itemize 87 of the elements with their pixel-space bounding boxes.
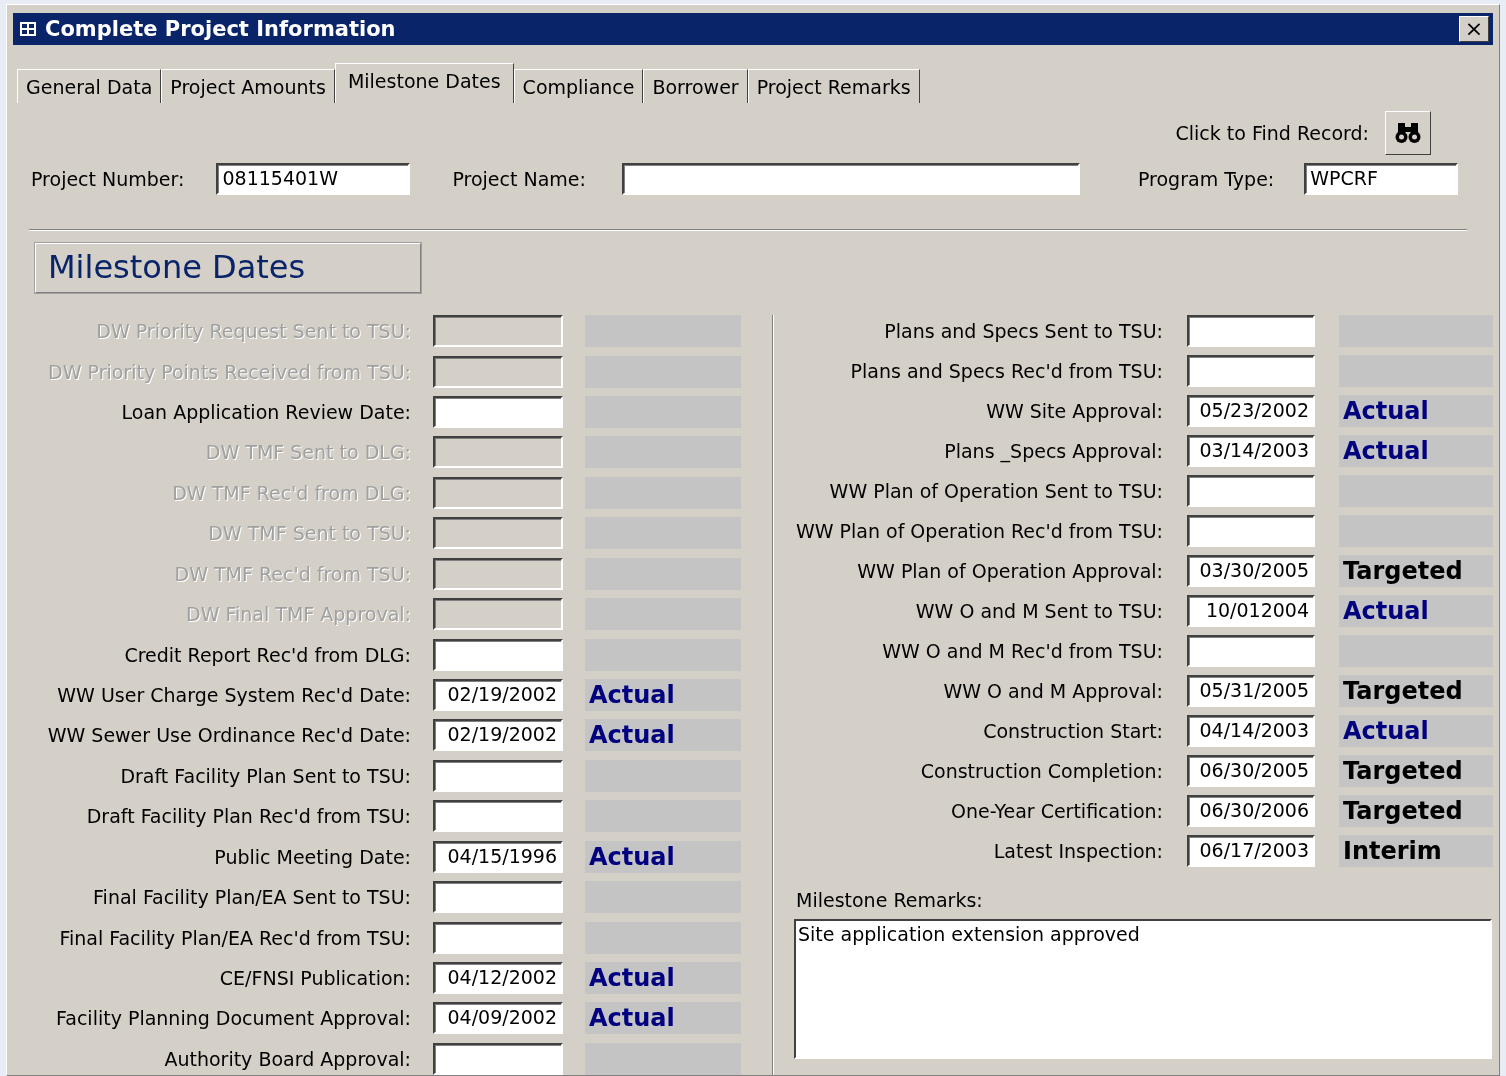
status-label: Actual <box>1339 595 1493 627</box>
status-label: Actual <box>585 961 741 994</box>
field-label: Plans and Specs Rec'd from TSU: <box>849 360 1163 382</box>
date-field[interactable]: 02/19/2002 <box>433 719 563 752</box>
tab[interactable]: Compliance <box>513 69 644 103</box>
date-field[interactable]: 05/31/2005 <box>1187 675 1315 707</box>
status-label: Targeted <box>1339 555 1493 587</box>
date-field[interactable]: 04/14/2003 <box>1187 715 1315 747</box>
date-field[interactable] <box>433 638 563 671</box>
text-field[interactable]: WPCRF <box>1304 163 1459 195</box>
date-field[interactable]: 03/14/2003 <box>1187 435 1315 467</box>
tab[interactable]: General Data <box>17 69 162 103</box>
status-label: Actual <box>585 719 741 752</box>
close-button[interactable]: × <box>1459 16 1489 42</box>
field-label: Final Facility Plan/EA Sent to TSU: <box>92 886 411 909</box>
field-label: WW Plan of Operation Rec'd from TSU: <box>794 520 1163 542</box>
date-field[interactable]: 04/15/1996 <box>433 840 563 873</box>
tab[interactable]: Project Remarks <box>747 69 920 103</box>
binoculars-icon <box>1395 121 1421 145</box>
date-field[interactable]: 05/23/2002 <box>1187 395 1315 427</box>
field-label: Public Meeting Date: <box>213 845 411 868</box>
status-label: Targeted <box>1339 675 1493 707</box>
date-field[interactable] <box>1187 315 1315 347</box>
date-field[interactable] <box>433 1042 563 1075</box>
status-label: Actual <box>1339 715 1493 747</box>
field-label: WW O and M Approval: <box>942 680 1163 702</box>
tab[interactable]: Project Amounts <box>161 69 335 103</box>
date-field[interactable]: 06/30/2005 <box>1187 755 1315 787</box>
form-icon <box>19 21 37 37</box>
status-label: Targeted <box>1339 755 1493 787</box>
date-field[interactable] <box>1187 475 1315 507</box>
date-field[interactable] <box>433 800 563 833</box>
date-field[interactable]: 02/19/2002 <box>433 679 563 711</box>
field-label: Plans and Specs Sent to TSU: <box>883 320 1163 342</box>
date-field[interactable] <box>1187 515 1315 547</box>
field-label: Draft Facility Plan Rec'd from TSU: <box>85 805 411 828</box>
find-button[interactable] <box>1385 111 1431 155</box>
date-field[interactable] <box>433 881 563 914</box>
status-label: Actual <box>585 1002 741 1035</box>
status-label: Targeted <box>1339 795 1493 827</box>
remarks-field[interactable]: Site application extension approved <box>794 919 1492 1059</box>
tab[interactable]: Milestone Dates <box>334 63 514 103</box>
status-label: Actual <box>585 679 741 711</box>
field-label: Draft Facility Plan Sent to TSU: <box>119 764 411 787</box>
field-label: Final Facility Plan/EA Rec'd from TSU: <box>58 926 411 949</box>
field-label: WW Site Approval: <box>985 400 1163 422</box>
date-field[interactable] <box>433 921 563 954</box>
date-field[interactable]: 06/30/2006 <box>1187 795 1315 827</box>
date-field[interactable]: 10/012004 <box>1187 595 1315 627</box>
field-label: WW User Charge System Rec'd Date: <box>56 684 411 706</box>
section-title: Milestone Dates <box>35 243 421 293</box>
date-field[interactable]: 06/17/2003 <box>1187 835 1315 867</box>
status-label: Actual <box>1339 435 1493 467</box>
field-label: Construction Completion: <box>919 760 1163 782</box>
date-field[interactable]: 04/09/2002 <box>433 1002 563 1035</box>
field-label: Construction Start: <box>982 720 1163 742</box>
field-label: Latest Inspection: <box>992 840 1163 862</box>
field-label: WW Sewer Use Ordinance Rec'd Date: <box>46 724 411 747</box>
date-field[interactable] <box>433 759 563 792</box>
field-label: Facility Planning Document Approval: <box>55 1007 411 1030</box>
tab[interactable]: Borrower <box>643 69 748 103</box>
field-label: WW O and M Sent to TSU: <box>914 600 1163 622</box>
window-title: Complete Project Information <box>45 17 397 41</box>
field-label: Program Type: <box>1137 168 1275 190</box>
status-label: Actual <box>585 840 741 873</box>
field-label: CE/FNSI Publication: <box>218 966 411 989</box>
find-record-label: Click to Find Record: <box>1175 122 1369 144</box>
field-label: WW Plan of Operation Approval: <box>856 560 1163 582</box>
date-field[interactable] <box>1187 355 1315 387</box>
field-label: Project Name: <box>452 168 586 190</box>
field-label: Authority Board Approval: <box>163 1047 411 1070</box>
field-label: Project Number: <box>31 168 185 190</box>
field-label: One-Year Certification: <box>950 800 1163 822</box>
text-field[interactable] <box>621 163 1080 195</box>
field-label: WW O and M Rec'd from TSU: <box>881 640 1163 662</box>
field-label: Plans _Specs Approval: <box>943 440 1163 462</box>
text-field[interactable]: 08115401W <box>216 163 411 195</box>
date-field[interactable]: 03/30/2005 <box>1187 555 1315 587</box>
field-label: WW Plan of Operation Sent to TSU: <box>828 480 1163 502</box>
date-field[interactable] <box>433 396 563 429</box>
field-label: Credit Report Rec'd from DLG: <box>123 643 411 666</box>
status-label: Interim <box>1339 835 1493 867</box>
date-field[interactable]: 04/12/2002 <box>433 961 563 994</box>
field-label: Loan Application Review Date: <box>120 401 411 424</box>
status-label: Actual <box>1339 395 1493 427</box>
remarks-label: Milestone Remarks: <box>796 889 984 911</box>
date-field[interactable] <box>1187 635 1315 667</box>
